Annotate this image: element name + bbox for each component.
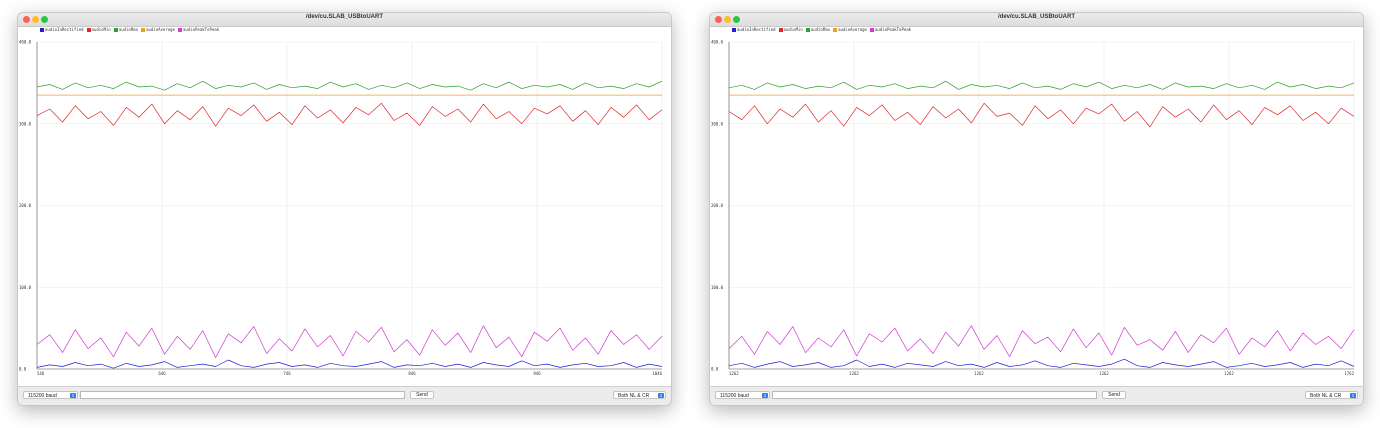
chevron-updown-icon: ⇕	[70, 393, 76, 398]
title-bar: /dev/cu.SLAB_USBtoUART	[18, 13, 671, 27]
legend-swatch	[869, 27, 874, 32]
x-tick-label: 1262	[1224, 371, 1234, 376]
title-bar: /dev/cu.SLAB_USBtoUART	[710, 13, 1363, 27]
legend-item-audio-min: audioMin	[778, 27, 803, 32]
legend-item-audio-max: audioMax	[113, 27, 139, 32]
legend-swatch	[778, 27, 783, 32]
legend-swatch	[177, 27, 182, 32]
legend-swatch	[833, 27, 838, 32]
bottom-toolbar: 115200 baud ⇕ Send Both NL & CR ⇕	[710, 386, 1363, 405]
series-line-audio-peak-to-peak	[728, 325, 1355, 358]
chart-legend: audioInRectified audioMin audioMax audioAve…	[40, 26, 222, 33]
legend-label: audioMin	[91, 27, 111, 32]
x-tick-label: 1262	[974, 371, 984, 376]
y-tick-label: 0.0	[19, 367, 27, 372]
serial-plot: 0.0 100.0 200.0 300.0 400.0 1262 1262 1262 1262 1…	[711, 40, 1355, 377]
legend-item-audio-min: audioMin	[86, 27, 111, 32]
serial-plotter-window-2: /dev/cu.SLAB_USBtoUART audioInRectified a…	[709, 12, 1364, 406]
x-tick-label: 1262	[729, 371, 739, 376]
legend-label: audioAverage	[838, 27, 867, 32]
baud-rate-label: 115200 baud	[720, 393, 749, 399]
chevron-updown-icon: ⇕	[658, 393, 664, 398]
window-title: /dev/cu.SLAB_USBtoUART	[997, 14, 1075, 20]
chevron-updown-icon: ⇕	[762, 393, 768, 398]
legend-swatch	[141, 27, 146, 32]
baud-rate-select[interactable]: 115200 baud ⇕	[23, 391, 78, 399]
x-tick-label: 646	[158, 371, 166, 376]
legend-item-audio-max: audioMax	[805, 27, 831, 32]
serial-plot: 0.0 100.0 200.0 300.0 400.0 546 646 746 846 946 10…	[19, 40, 663, 377]
message-input[interactable]	[80, 391, 405, 399]
y-tick-label: 100.0	[711, 285, 724, 290]
legend-swatch	[40, 27, 44, 32]
series-line-audio-max	[36, 80, 663, 91]
legend-item-audio-in-rectified: audioInRectified	[40, 27, 84, 32]
line-ending-label: Both NL & CR	[618, 393, 650, 399]
legend-label: audioInRectified	[45, 27, 84, 32]
send-button[interactable]: Send	[410, 391, 434, 399]
y-tick-label: 200.0	[19, 203, 32, 208]
chevron-updown-icon: ⇕	[1350, 393, 1356, 398]
baud-rate-label: 115200 baud	[28, 393, 57, 399]
series-line-audio-in-rectified	[36, 359, 663, 369]
legend-label: audioAverage	[146, 27, 175, 32]
legend-swatch	[113, 27, 118, 32]
series-line-audio-in-rectified	[728, 358, 1355, 368]
send-button[interactable]: Send	[1102, 391, 1126, 399]
x-tick-label: 1762	[1344, 371, 1354, 376]
bottom-toolbar: 115200 baud ⇕ Send Both NL & CR ⇕	[18, 386, 671, 405]
y-tick-label: 400.0	[19, 40, 32, 45]
legend-swatch	[732, 27, 736, 32]
legend-item-audio-peak-to-peak: audioPeakToPeak	[177, 27, 220, 32]
legend-label: audioPeakToPeak	[874, 27, 912, 32]
legend-label: audioMax	[118, 27, 139, 32]
legend-swatch	[805, 27, 810, 32]
x-tick-label: 1262	[1099, 371, 1109, 376]
y-tick-label: 200.0	[711, 203, 724, 208]
x-tick-label: 846	[408, 371, 416, 376]
series-line-audio-min	[36, 102, 663, 127]
legend-label: audioMin	[783, 27, 803, 32]
y-tick-label: 400.0	[711, 40, 724, 45]
legend-item-audio-peak-to-peak: audioPeakToPeak	[869, 27, 912, 32]
y-tick-label: 300.0	[19, 121, 32, 126]
series-line-audio-peak-to-peak	[36, 325, 663, 358]
baud-rate-select[interactable]: 115200 baud ⇕	[715, 391, 770, 399]
legend-swatch	[86, 27, 91, 32]
window-title: /dev/cu.SLAB_USBtoUART	[305, 14, 383, 20]
series-line-audio-min	[728, 102, 1355, 128]
line-ending-select[interactable]: Both NL & CR ⇕	[1305, 391, 1358, 399]
x-tick-label: 546	[37, 371, 45, 376]
legend-item-audio-average: audioAverage	[833, 27, 867, 32]
x-tick-label: 1046	[652, 371, 662, 376]
line-ending-select[interactable]: Both NL & CR ⇕	[613, 391, 666, 399]
line-ending-label: Both NL & CR	[1310, 393, 1342, 399]
legend-label: audioPeakToPeak	[182, 27, 220, 32]
legend-item-audio-average: audioAverage	[141, 27, 175, 32]
legend-label: audioMax	[810, 27, 831, 32]
y-tick-label: 300.0	[711, 121, 724, 126]
series-line-audio-max	[728, 80, 1355, 90]
x-tick-label: 946	[533, 371, 541, 376]
legend-label: audioInRectified	[737, 27, 776, 32]
y-tick-label: 0.0	[711, 367, 719, 372]
message-input[interactable]	[772, 391, 1097, 399]
x-tick-label: 1262	[849, 371, 859, 376]
serial-plotter-window-1: /dev/cu.SLAB_USBtoUART audioInRectified a…	[17, 12, 672, 406]
legend-item-audio-in-rectified: audioInRectified	[732, 27, 776, 32]
x-tick-label: 746	[283, 371, 291, 376]
y-tick-label: 100.0	[19, 285, 32, 290]
chart-legend: audioInRectified audioMin audioMax audioAve…	[732, 26, 914, 33]
